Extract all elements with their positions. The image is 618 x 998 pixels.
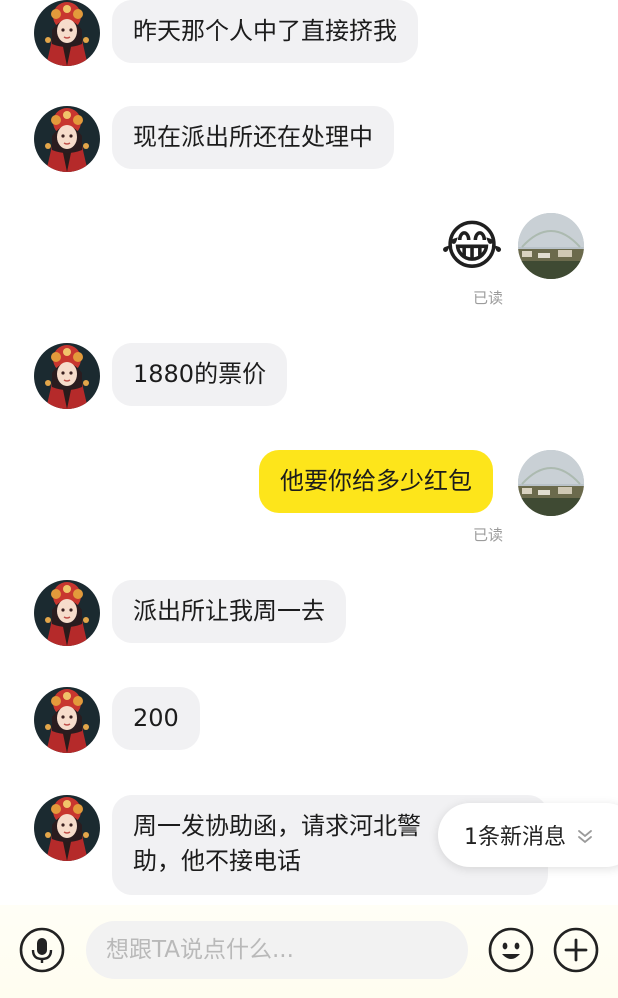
laughing-crying-emoji: 😂 xyxy=(440,214,504,277)
contact-avatar[interactable] xyxy=(34,687,100,753)
read-status: 已读 xyxy=(473,289,504,307)
message-text: 200 xyxy=(133,704,179,732)
incoming-message[interactable]: 200 xyxy=(112,687,200,750)
contact-avatar[interactable] xyxy=(34,795,100,861)
microphone-icon[interactable] xyxy=(18,926,66,974)
input-placeholder: 想跟TA说点什么... xyxy=(106,937,294,963)
outgoing-message[interactable]: 他要你给多少红包 xyxy=(259,450,493,513)
incoming-message[interactable]: 昨天那个人中了直接挤我 xyxy=(112,0,418,63)
chat-area[interactable]: 昨天那个人中了直接挤我 现在派出所还在处理中 😂 已读 1880的票价 他要你给… xyxy=(0,0,618,905)
contact-avatar[interactable] xyxy=(34,580,100,646)
message-input[interactable]: 想跟TA说点什么... xyxy=(86,921,468,979)
new-message-label: 1条新消息 xyxy=(464,825,566,850)
incoming-message[interactable]: 派出所让我周一去 xyxy=(112,580,346,643)
contact-avatar[interactable] xyxy=(34,0,100,66)
input-bar: 想跟TA说点什么... xyxy=(0,905,618,998)
contact-avatar[interactable] xyxy=(34,106,100,172)
my-avatar[interactable] xyxy=(518,213,584,279)
message-text: 派出所让我周一去 xyxy=(133,597,325,625)
incoming-message[interactable]: 1880的票价 xyxy=(112,343,288,406)
message-text: 他要你给多少红包 xyxy=(280,467,472,495)
read-status: 已读 xyxy=(473,526,504,544)
chevron-double-down-icon xyxy=(576,826,594,844)
emoji-message[interactable]: 😂 xyxy=(440,214,504,278)
incoming-message[interactable]: 现在派出所还在处理中 xyxy=(112,106,394,169)
plus-icon[interactable] xyxy=(552,926,600,974)
new-message-button[interactable]: 1条新消息 xyxy=(438,803,618,867)
my-avatar[interactable] xyxy=(518,450,584,516)
contact-avatar[interactable] xyxy=(34,343,100,409)
message-text: 昨天那个人中了直接挤我 xyxy=(133,17,397,45)
message-text: 现在派出所还在处理中 xyxy=(133,123,373,151)
message-text: 1880的票价 xyxy=(133,360,267,388)
smiley-icon[interactable] xyxy=(487,926,535,974)
